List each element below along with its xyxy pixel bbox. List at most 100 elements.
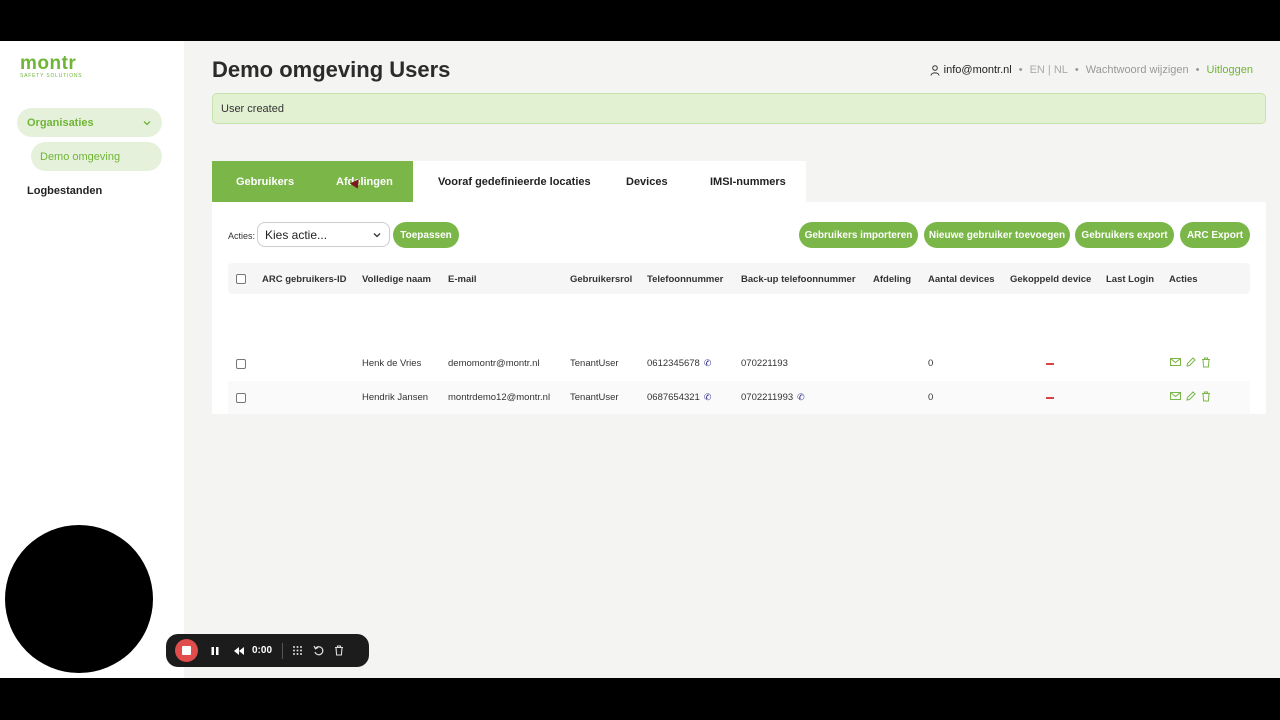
column-header[interactable]: Aantal devices [928,274,995,285]
rewind-icon [234,646,244,655]
phone-value: 0612345678 [647,358,700,369]
column-header[interactable]: Gebruikersrol [570,274,632,285]
email-cell: demomontr@montr.nl [448,358,540,369]
trash-icon[interactable] [1201,391,1211,402]
email-cell: montrdemo12@montr.nl [448,392,551,403]
recording-time: 0:00 [252,645,273,656]
tab-vooraf-gedefinieerde-locaties[interactable]: Vooraf gedefinieerde locaties [413,161,601,202]
restart-icon [313,645,324,656]
success-alert: User created [212,93,1266,124]
tab-imsi-nummers[interactable]: IMSI-nummers [686,161,806,202]
column-header[interactable]: Last Login [1106,274,1154,285]
rewind-button[interactable] [233,646,245,656]
mail-icon[interactable] [1170,357,1181,367]
add-user-button[interactable]: Nieuwe gebruiker toevoegen [924,222,1070,248]
devices-cell: 0 [928,392,934,403]
sidebar-item-label: Demo omgeving [40,150,121,163]
stop-icon [182,646,191,655]
sidebar-item-label: Organisaties [27,116,94,129]
edit-icon[interactable] [1186,357,1196,367]
user-email: info@montr.nl [943,64,1012,76]
recording-toolbar: 0:00 [166,634,369,667]
column-header[interactable]: Telefoonnummer [647,274,723,285]
delete-recording-button[interactable] [334,645,344,656]
logo-text: montr [20,53,77,74]
user-icon [930,64,940,76]
sidebar-item-organisaties[interactable]: Organisaties [17,108,162,137]
trash-icon [335,645,344,656]
pause-icon [211,646,219,655]
trash-icon[interactable] [1201,357,1211,368]
top-bar: info@montr.nl • EN | NL • Wachtwoord wij… [930,64,1253,76]
bulk-action-select[interactable]: Kies actie... [257,222,390,247]
column-header[interactable]: Gekoppeld device [1010,274,1091,285]
webcam-bubble [5,525,153,673]
logo: montr SAFETY SOLUTIONS [20,53,83,79]
acties-label: Acties: [228,231,256,241]
separator-dot: • [1074,64,1079,76]
user-account[interactable]: info@montr.nl [930,64,1012,76]
separator-dot: • [1018,64,1023,76]
page-title: Demo omgeving Users [212,57,451,82]
row-actions [1170,391,1211,402]
name-cell: Henk de Vries [362,358,422,369]
no-device-dash [1046,397,1054,399]
backup-phone-cell: 0702211993 ✆ [741,392,805,403]
grid-button[interactable] [292,645,303,656]
phone-icon[interactable]: ✆ [704,358,712,369]
column-header[interactable]: ARC gebruikers-ID [262,274,346,285]
grid-dots-icon [293,646,303,655]
backup-phone-cell: 070221193 [741,358,788,369]
column-header: Acties [1169,274,1198,285]
row-checkbox[interactable] [236,359,246,369]
toolbar-divider [282,642,284,659]
role-cell: TenantUser [570,392,619,403]
column-header[interactable]: E-mail [448,274,477,285]
column-header[interactable]: Volledige naam [362,274,431,285]
table-row: Henk de Vries demomontr@montr.nl TenantU… [228,347,1250,380]
column-header[interactable]: Afdeling [873,274,911,285]
tab-bar: Gebruikers Afdelingen Vooraf gedefinieer… [212,161,806,202]
edit-icon[interactable] [1186,391,1196,401]
phone-cell: 0687654321 ✆ [647,392,711,403]
sidebar-item-logbestanden[interactable]: Logbestanden [27,185,102,197]
column-header[interactable]: Back-up telefoonnummer [741,274,856,285]
backup-phone-value: 070221193 [741,358,788,369]
tab-afdelingen[interactable]: Afdelingen [313,161,413,202]
tab-devices[interactable]: Devices [601,161,686,202]
table-header: ARC gebruikers-ID Volledige naam E-mail … [228,263,1250,294]
phone-icon[interactable]: ✆ [704,392,712,403]
name-cell: Hendrik Jansen [362,392,429,403]
change-password-link[interactable]: Wachtwoord wijzigen [1086,64,1189,76]
pause-button[interactable] [210,646,220,656]
chevron-down-icon [143,120,151,125]
phone-value: 0687654321 [647,392,700,403]
tab-gebruikers[interactable]: Gebruikers [212,161,313,202]
stop-recording-button[interactable] [175,639,198,662]
restart-button[interactable] [313,645,324,656]
language-switch[interactable]: EN | NL [1030,64,1068,76]
alert-message: User created [221,102,284,115]
arc-export-button[interactable]: ARC Export [1180,222,1250,248]
phone-icon[interactable]: ✆ [797,392,805,403]
no-device-dash [1046,363,1054,365]
logo-subtitle: SAFETY SOLUTIONS [20,73,83,79]
sidebar-item-demo-omgeving[interactable]: Demo omgeving [31,142,162,171]
separator-dot: • [1195,64,1200,76]
mail-icon[interactable] [1170,391,1181,401]
select-all-checkbox[interactable] [236,274,246,284]
apply-button[interactable]: Toepassen [393,222,459,248]
import-users-button[interactable]: Gebruikers importeren [799,222,918,248]
devices-cell: 0 [928,358,934,369]
row-actions [1170,357,1211,368]
app-screen: montr SAFETY SOLUTIONS Organisaties Demo… [0,41,1280,678]
role-cell: TenantUser [570,358,619,369]
select-value: Kies actie... [265,227,328,242]
logout-link[interactable]: Uitloggen [1207,64,1253,76]
phone-cell: 0612345678 ✆ [647,358,711,369]
row-checkbox[interactable] [236,393,246,403]
export-users-button[interactable]: Gebruikers export [1075,222,1174,248]
backup-phone-value: 0702211993 [741,392,794,403]
chevron-down-icon [373,232,381,237]
table-row: Hendrik Jansen montrdemo12@montr.nl Tena… [228,381,1250,414]
